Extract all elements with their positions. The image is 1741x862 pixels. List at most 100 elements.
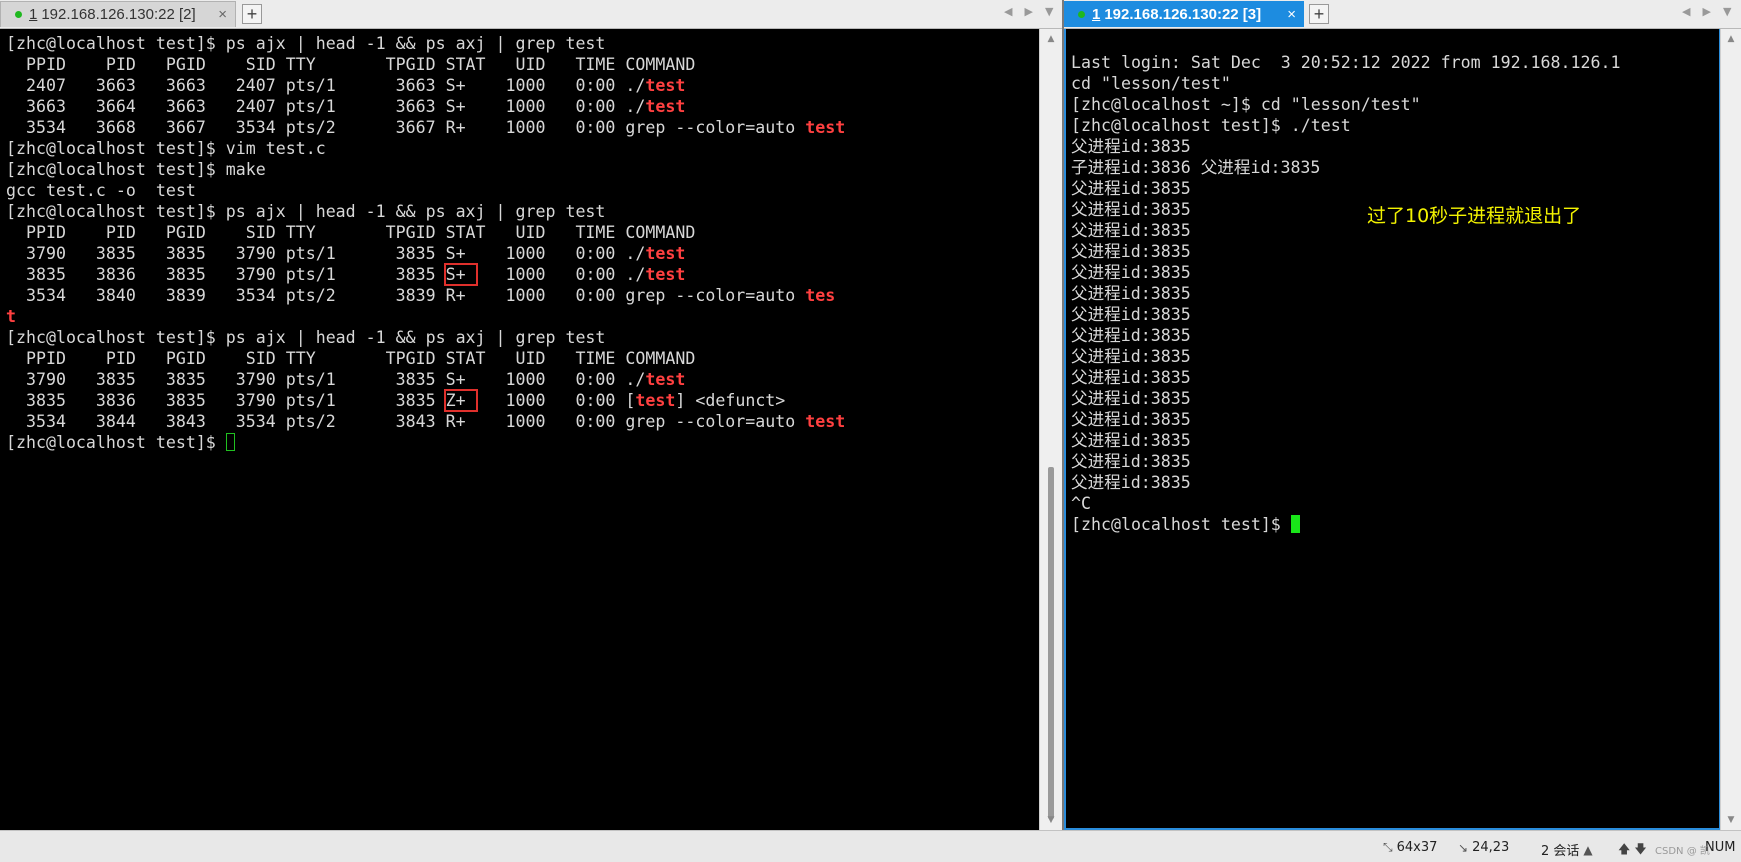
scroll-lock-arrows[interactable]: 🡅🡇	[1618, 840, 1651, 861]
tab-menu-icon[interactable]: ▼	[1723, 5, 1731, 18]
terminal-line: 子进程id:3836 父进程id:3835	[1071, 157, 1620, 178]
scroll-up-icon[interactable]: ▲	[1040, 31, 1062, 47]
cursor-position-icon: ↘	[1458, 840, 1469, 855]
terminal-size-value: 64x37	[1396, 840, 1438, 855]
tab-session-2[interactable]: 1 192.168.126.130:22 [2] ×	[0, 1, 236, 27]
left-scrollbar[interactable]: ▲ ▼	[1039, 29, 1062, 830]
tab-nav-controls: ◀ ▶ ▼	[1004, 5, 1053, 18]
terminal-text: 父进程id:3835	[1071, 179, 1191, 198]
right-scrollbar[interactable]: ▲ ▼	[1720, 29, 1741, 830]
terminal-text: 1000 0:00 [	[475, 391, 636, 410]
tab-prev-icon[interactable]: ◀	[1004, 5, 1012, 18]
tab-nav-controls: ◀ ▶ ▼	[1682, 5, 1731, 18]
close-tab-icon[interactable]: ×	[218, 6, 227, 23]
terminal-line: 父进程id:3835	[1071, 283, 1620, 304]
connected-status-icon	[1078, 10, 1085, 18]
terminal-text: 3790 3835 3835 3790 pts/1 3835 S+ 1000 0…	[6, 244, 646, 263]
grep-match-text: test	[645, 370, 686, 389]
tab-title: 192.168.126.130:22 [2]	[41, 6, 196, 23]
terminal-line: 父进程id:3835	[1071, 241, 1620, 262]
terminal-line: 3534 3840 3839 3534 pts/2 3839 R+ 1000 0…	[6, 285, 845, 306]
terminal-text: 父进程id:3835	[1071, 284, 1191, 303]
left-pane: 1 192.168.126.130:22 [2] × + ◀ ▶ ▼ [zhc@…	[0, 0, 1062, 830]
terminal-line: gcc test.c -o test	[6, 180, 845, 201]
grep-match-text: t	[6, 307, 16, 326]
terminal-line: PPID PID PGID SID TTY TPGID STAT UID TIM…	[6, 348, 845, 369]
terminal-line: 3790 3835 3835 3790 pts/1 3835 S+ 1000 0…	[6, 243, 845, 264]
grep-match-text: test	[805, 118, 846, 137]
terminal-text: 3835 3836 3835 3790 pts/1 3835	[6, 391, 446, 410]
left-terminal-output[interactable]: [zhc@localhost test]$ ps ajx | head -1 &…	[0, 29, 1040, 830]
annotation-text: 过了10秒子进程就退出了	[1367, 205, 1582, 227]
terminal-line: [zhc@localhost test]$ ps ajx | head -1 &…	[6, 33, 845, 54]
session-count-value: 2 会话	[1541, 844, 1580, 859]
grep-match-text: test	[805, 412, 846, 431]
terminal-text: [zhc@localhost test]$	[1071, 515, 1291, 534]
tab-next-icon[interactable]: ▶	[1702, 5, 1710, 18]
close-tab-icon[interactable]: ×	[1287, 6, 1296, 23]
right-tab-bar: 1 192.168.126.130:22 [3] × + ◀ ▶ ▼	[1064, 0, 1741, 29]
tab-session-3[interactable]: 1 192.168.126.130:22 [3] ×	[1064, 1, 1304, 27]
tab-prev-icon[interactable]: ◀	[1682, 5, 1690, 18]
terminal-line: 父进程id:3835	[1071, 346, 1620, 367]
terminal-text: 3663 3664 3663 2407 pts/1 3663 S+ 1000 0…	[6, 97, 646, 116]
terminal-text: 3534 3668 3667 3534 pts/2 3667 R+ 1000 0…	[6, 118, 806, 137]
tab-number: 1	[1092, 5, 1101, 23]
terminal-text: 2407 3663 3663 2407 pts/1 3663 S+ 1000 0…	[6, 76, 646, 95]
scroll-thumb[interactable]	[1048, 467, 1054, 819]
terminal-line: 父进程id:3835	[1071, 325, 1620, 346]
terminal-text: ^C	[1071, 494, 1091, 513]
terminal-text: 3534 3844 3843 3534 pts/2 3843 R+ 1000 0…	[6, 412, 806, 431]
terminal-line: 父进程id:3835	[1071, 409, 1620, 430]
terminal-app-window: 1 192.168.126.130:22 [2] × + ◀ ▶ ▼ [zhc@…	[0, 0, 1741, 862]
terminal-text: 父进程id:3835	[1071, 221, 1191, 240]
terminal-text: Last login: Sat Dec 3 20:52:12 2022 from…	[1071, 53, 1621, 72]
tab-next-icon[interactable]: ▶	[1024, 5, 1032, 18]
terminal-text: 3534 3840 3839 3534 pts/2 3839 R+ 1000 0…	[6, 286, 806, 305]
terminal-line: 父进程id:3835	[1071, 472, 1620, 493]
terminal-line: 3835 3836 3835 3790 pts/1 3835 S+ 1000 0…	[6, 263, 845, 286]
grep-match-text: test	[645, 244, 686, 263]
terminal-line: 父进程id:3835	[1071, 262, 1620, 283]
terminal-lines: [zhc@localhost test]$ ps ajx | head -1 &…	[6, 33, 845, 453]
terminal-line: 3790 3835 3835 3790 pts/1 3835 S+ 1000 0…	[6, 369, 845, 390]
terminal-text: 父进程id:3835	[1071, 452, 1191, 471]
session-menu-icon[interactable]: ▲	[1583, 843, 1592, 857]
cursor-position: ↘ 24,23	[1458, 840, 1509, 855]
terminal-line: 父进程id:3835	[1071, 451, 1620, 472]
right-terminal-output[interactable]: Last login: Sat Dec 3 20:52:12 2022 from…	[1064, 29, 1721, 830]
session-count[interactable]: 2 会话 ▲	[1541, 840, 1593, 860]
grep-match-text: tes	[805, 286, 836, 305]
terminal-line: 2407 3663 3663 2407 pts/1 3663 S+ 1000 0…	[6, 75, 845, 96]
add-tab-button[interactable]: +	[1309, 4, 1329, 24]
terminal-text: 父进程id:3835	[1071, 473, 1191, 492]
process-state-highlight: S+	[443, 263, 478, 286]
terminal-text: ] <defunct>	[675, 391, 786, 410]
terminal-text: 父进程id:3835	[1071, 263, 1191, 282]
terminal-text: 父进程id:3835	[1071, 347, 1191, 366]
scroll-down-icon[interactable]: ▼	[1040, 812, 1062, 828]
scroll-up-icon[interactable]: ▲	[1721, 31, 1741, 47]
terminal-line: 父进程id:3835	[1071, 430, 1620, 451]
terminal-text: 3790 3835 3835 3790 pts/1 3835 S+ 1000 0…	[6, 370, 646, 389]
tab-number: 1	[29, 6, 38, 23]
terminal-text: 父进程id:3835	[1071, 200, 1191, 219]
up-down-arrows-icon[interactable]: 🡅🡇	[1618, 840, 1651, 861]
terminal-text: [zhc@localhost test]$ ps ajx | head -1 &…	[6, 34, 606, 53]
terminal-line: 3663 3664 3663 2407 pts/1 3663 S+ 1000 0…	[6, 96, 845, 117]
add-tab-button[interactable]: +	[242, 4, 262, 24]
terminal-text: 子进程id:3836 父进程id:3835	[1071, 158, 1321, 177]
terminal-line: t	[6, 306, 845, 327]
terminal-text: [zhc@localhost test]$	[6, 433, 226, 452]
text-cursor	[225, 433, 235, 451]
terminal-size: ⤡ 64x37	[1383, 840, 1437, 855]
status-bar: ⤡ 64x37 ↘ 24,23 2 会话 ▲ 🡅🡇 NUM CSDN @ 凯	[0, 830, 1741, 862]
terminal-line: [zhc@localhost test]$	[1071, 514, 1620, 535]
scroll-down-icon[interactable]: ▼	[1721, 812, 1741, 828]
terminal-line: 3835 3836 3835 3790 pts/1 3835 Z+ 1000 0…	[6, 389, 845, 412]
terminal-text: [zhc@localhost test]$ ./test	[1071, 116, 1351, 135]
grep-match-text: test	[645, 76, 686, 95]
terminal-line: 父进程id:3835	[1071, 136, 1620, 157]
tab-menu-icon[interactable]: ▼	[1045, 5, 1053, 18]
terminal-line: [zhc@localhost test]$ vim test.c	[6, 138, 845, 159]
